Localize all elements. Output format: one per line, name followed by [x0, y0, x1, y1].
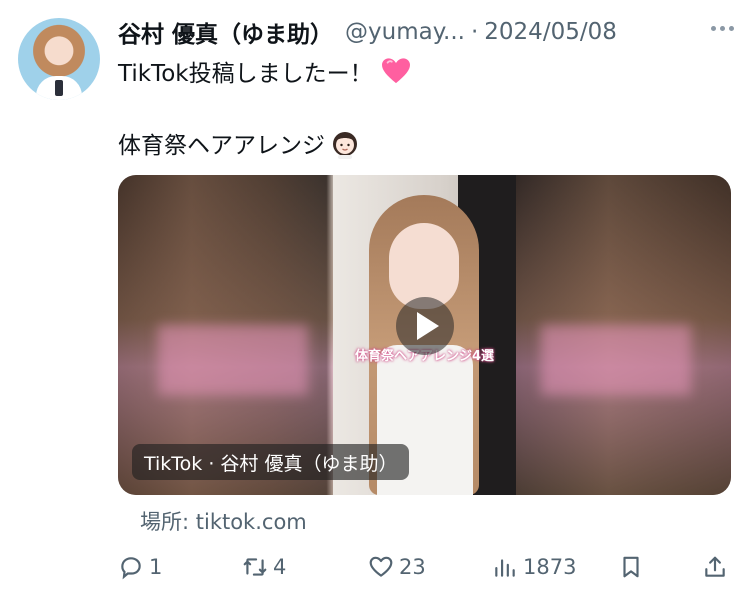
- tweet-text-line1: TikTok投稿しましたー！: [118, 54, 411, 88]
- tweet-date[interactable]: 2024/05/08: [484, 19, 617, 45]
- tweet-text-line2: 体育祭ヘアアレンジ: [118, 126, 361, 160]
- avatar[interactable]: [18, 18, 100, 100]
- views-button[interactable]: 1873: [492, 550, 576, 584]
- blurred-caption-right: [541, 325, 691, 395]
- blurred-caption-left: [158, 325, 308, 395]
- pink-heart-icon: [381, 58, 410, 84]
- retweet-icon: [243, 558, 267, 576]
- reply-icon: [121, 557, 141, 580]
- reply-button[interactable]: 1: [118, 550, 162, 584]
- play-button[interactable]: [396, 297, 454, 355]
- avatar-tie: [55, 80, 63, 96]
- separator-dot: ·: [470, 19, 479, 45]
- heart-outline-icon: [369, 556, 393, 577]
- media-source-badge: TikTok · 谷村 優真（ゆま助）: [132, 444, 410, 480]
- like-button[interactable]: 23: [368, 550, 426, 584]
- retweet-button[interactable]: 4: [242, 550, 286, 584]
- views-count: 1873: [523, 555, 577, 579]
- share-icon: [705, 556, 725, 577]
- location-link[interactable]: 場所: tiktok.com: [140, 506, 307, 536]
- tweet-text-hashline: 体育祭ヘアアレンジ: [118, 133, 325, 159]
- media-card[interactable]: 体育祭ヘアアレンジ4選 TikTok · 谷村 優真（ゆま助）: [118, 175, 731, 495]
- user-handle[interactable]: @yumay...: [345, 19, 465, 45]
- play-icon: [416, 312, 439, 340]
- views-chart-icon: [495, 559, 515, 577]
- like-count: 23: [399, 555, 426, 579]
- tweet-text: TikTok投稿しましたー！: [118, 61, 373, 87]
- tweet-header: 谷村 優真（ゆま助） @yumay... · 2024/05/08: [118, 14, 734, 50]
- retweet-count: 4: [273, 555, 287, 579]
- bookmark-icon: [623, 556, 639, 578]
- share-button[interactable]: [702, 550, 728, 584]
- bookmark-button[interactable]: [618, 550, 644, 584]
- reply-count: 1: [149, 555, 163, 579]
- action-bar: 1 4 23 1873: [118, 550, 730, 586]
- display-name[interactable]: 谷村 優真（ゆま助）: [118, 15, 333, 49]
- girl-emoji-icon: [333, 132, 357, 159]
- more-options-icon[interactable]: [711, 26, 734, 31]
